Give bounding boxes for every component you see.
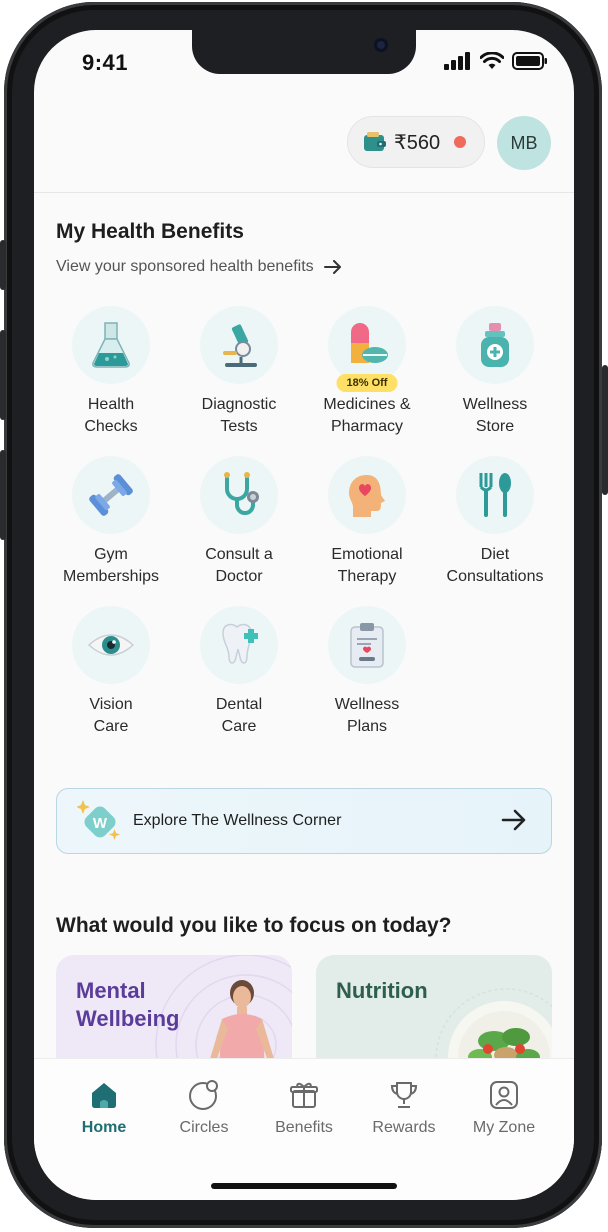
benefits-title: My Health Benefits xyxy=(56,220,244,243)
benefit-label: Diagnostic Tests xyxy=(201,396,277,435)
explore-wellness-corner-card[interactable]: W Explore The Wellness Corner xyxy=(56,788,552,854)
benefit-vision-care[interactable]: Vision Care xyxy=(47,606,175,738)
tooth-icon xyxy=(200,606,278,684)
benefit-label: Medicines & Pharmacy xyxy=(323,396,411,435)
bottom-tab-bar: Home Circles Benefits Rewards My Zone xyxy=(34,1058,574,1200)
stethoscope-icon xyxy=(200,456,278,534)
front-camera xyxy=(374,38,388,52)
tab-circles[interactable]: Circles xyxy=(154,1077,254,1137)
benefit-health-checks[interactable]: Health Checks xyxy=(47,306,175,438)
volume-up-button xyxy=(0,330,6,420)
profile-icon xyxy=(490,1081,518,1109)
fork-spoon-icon xyxy=(456,456,534,534)
tab-label: My Zone xyxy=(472,1119,536,1136)
benefits-subtitle-link[interactable]: View your sponsored health benefits xyxy=(56,258,342,276)
benefit-diet-consultations[interactable]: Diet Consultations xyxy=(431,456,559,588)
arrow-right-icon xyxy=(323,260,341,274)
focus-title: What would you like to focus on today? xyxy=(56,914,452,937)
app-screen: 9:41 ₹560 MB My Health Benefits View you… xyxy=(34,30,574,1200)
benefit-gym-memberships[interactable]: Gym Memberships xyxy=(47,456,175,588)
svg-text:W: W xyxy=(93,815,108,832)
pills-icon: 18% Off xyxy=(328,306,406,392)
tab-label: Circles xyxy=(179,1119,229,1136)
tab-benefits[interactable]: Benefits xyxy=(254,1077,354,1137)
benefit-emotional-therapy[interactable]: Emotional Therapy xyxy=(303,456,431,588)
clipboard-icon xyxy=(328,606,406,684)
benefits-subtitle: View your sponsored health benefits xyxy=(56,258,314,275)
status-time: 9:41 xyxy=(82,50,129,75)
mute-switch xyxy=(0,240,6,290)
benefit-dental-care[interactable]: Dental Care xyxy=(175,606,303,738)
benefit-label: Health Checks xyxy=(84,396,138,435)
home-indicator xyxy=(211,1183,397,1189)
notification-dot xyxy=(454,136,467,148)
benefit-wellness-store[interactable]: Wellness Store xyxy=(431,306,559,438)
benefit-label: Diet Consultations xyxy=(446,546,544,585)
microscope-icon xyxy=(200,306,278,384)
volume-down-button xyxy=(0,450,6,540)
avatar[interactable]: MB xyxy=(497,116,551,170)
benefit-label: Wellness Store xyxy=(462,396,528,435)
gift-icon xyxy=(290,1082,318,1108)
head-heart-icon xyxy=(328,456,406,534)
power-button xyxy=(602,365,608,495)
signal-icon xyxy=(444,52,470,70)
wellness-corner-logo: W xyxy=(77,800,120,840)
eye-icon xyxy=(72,606,150,684)
app-header: ₹560 MB xyxy=(34,100,574,193)
discount-badge: 18% Off xyxy=(336,374,398,392)
benefit-label: Dental Care xyxy=(215,696,263,735)
tab-label: Home xyxy=(81,1119,127,1136)
benefit-label: Wellness Plans xyxy=(334,696,400,735)
battery-icon xyxy=(512,52,547,70)
benefit-label: Consult a Doctor xyxy=(205,546,273,585)
explore-label: Explore The Wellness Corner xyxy=(133,812,342,829)
trophy-icon xyxy=(390,1082,418,1108)
tab-rewards[interactable]: Rewards xyxy=(354,1077,454,1137)
notch xyxy=(192,30,416,74)
focus-card-label: Nutrition xyxy=(336,978,428,1003)
status-icons xyxy=(444,52,548,70)
benefit-label: Emotional Therapy xyxy=(331,546,403,585)
circles-icon xyxy=(189,1080,218,1110)
benefit-wellness-plans[interactable]: Wellness Plans xyxy=(303,606,431,738)
home-icon xyxy=(92,1083,116,1108)
wallet-amount: ₹560 xyxy=(394,131,441,154)
wallet-icon xyxy=(364,132,386,151)
benefit-label: Gym Memberships xyxy=(62,546,160,585)
flask-icon xyxy=(72,306,150,384)
arrow-right-icon xyxy=(501,809,526,831)
wellness-bottle-icon xyxy=(456,306,534,384)
benefit-medicines-pharmacy[interactable]: 18% Off Medicines & Pharmacy xyxy=(303,306,431,438)
tab-my-zone[interactable]: My Zone xyxy=(454,1077,554,1137)
wifi-icon xyxy=(480,52,504,69)
benefit-consult-doctor[interactable]: Consult a Doctor xyxy=(175,456,303,588)
benefit-diagnostic-tests[interactable]: Diagnostic Tests xyxy=(175,306,303,438)
tab-home[interactable]: Home xyxy=(54,1077,154,1137)
dumbbell-icon xyxy=(72,456,150,534)
focus-card-label: Mental Wellbeing xyxy=(76,978,180,1031)
tab-label: Benefits xyxy=(275,1119,333,1136)
wallet-balance-button[interactable]: ₹560 xyxy=(347,116,485,168)
benefit-label: Vision Care xyxy=(89,696,133,735)
tab-label: Rewards xyxy=(372,1119,436,1136)
